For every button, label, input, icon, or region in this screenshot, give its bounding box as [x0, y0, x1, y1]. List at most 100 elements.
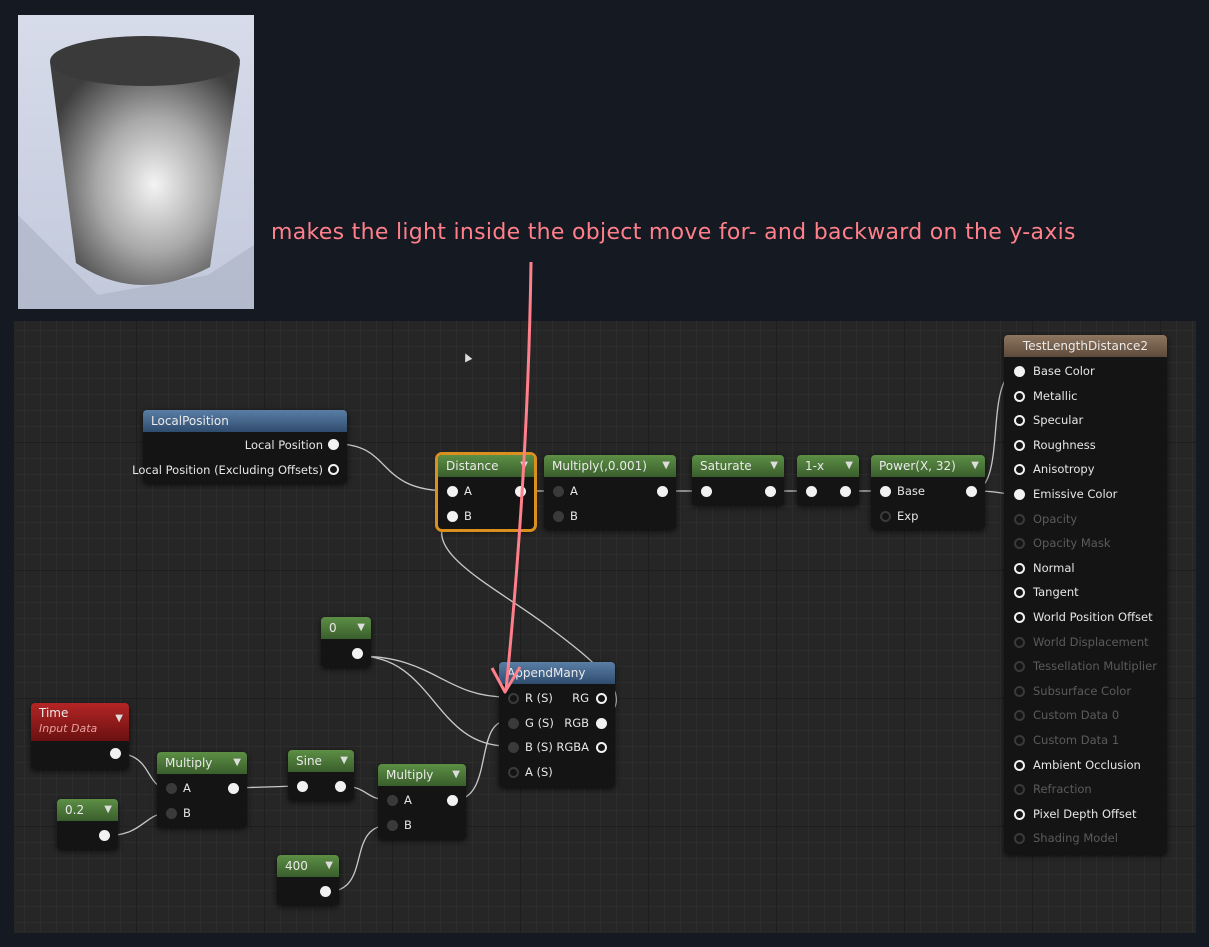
input-pin[interactable] — [806, 486, 817, 497]
output-pin[interactable] — [110, 748, 121, 759]
material-input-pin[interactable] — [1014, 636, 1025, 648]
chevron-down-icon[interactable]: ▼ — [104, 799, 112, 821]
node-saturate[interactable]: Saturate ▼ — [692, 455, 784, 505]
output-pin-local-position-excl[interactable] — [328, 464, 339, 475]
material-input-pin[interactable] — [1014, 366, 1025, 377]
material-input-pin[interactable] — [1014, 661, 1025, 673]
output-pin-rgb[interactable] — [596, 718, 607, 729]
material-input-label: Emissive Color — [1033, 487, 1118, 501]
output-pin[interactable] — [447, 795, 458, 806]
chevron-down-icon[interactable]: ▼ — [452, 764, 460, 786]
chevron-down-icon[interactable]: ▼ — [662, 455, 670, 477]
chevron-down-icon[interactable]: ▼ — [340, 750, 348, 772]
input-pin-g[interactable] — [508, 718, 519, 729]
chevron-down-icon[interactable]: ▼ — [325, 855, 333, 877]
material-input-pin[interactable] — [1014, 464, 1025, 476]
node-multiply-time[interactable]: Multiply ▼ A B — [157, 752, 247, 827]
material-input-pin[interactable] — [1014, 538, 1025, 550]
input-pin-base[interactable] — [880, 486, 891, 497]
output-pin[interactable] — [228, 783, 239, 794]
node-time[interactable]: Time Input Data ▼ — [31, 703, 129, 769]
material-input-label: Specular — [1033, 413, 1084, 428]
node-localposition[interactable]: LocalPosition Local Position Local Posit… — [132, 410, 347, 483]
input-pin-a[interactable] — [166, 783, 177, 794]
output-pin[interactable] — [335, 781, 346, 792]
output-pin[interactable] — [765, 486, 776, 497]
material-input-label: World Displacement — [1033, 634, 1149, 649]
material-input-pin[interactable] — [1014, 390, 1025, 402]
output-pin[interactable] — [99, 830, 110, 841]
input-pin-a[interactable] — [508, 767, 519, 778]
chevron-down-icon[interactable]: ▼ — [233, 752, 241, 774]
node-title: Multiply ▼ — [157, 752, 247, 774]
material-input-pin[interactable] — [1014, 784, 1025, 796]
material-input-pin[interactable] — [1014, 759, 1025, 771]
node-sine[interactable]: Sine ▼ — [288, 750, 354, 800]
node-title: LocalPosition — [143, 410, 347, 432]
output-pin[interactable] — [657, 486, 668, 497]
input-label-a: A — [464, 484, 472, 498]
material-input-label: Ambient Occlusion — [1033, 757, 1141, 772]
material-input-pin[interactable] — [1014, 439, 1025, 451]
material-input-pin[interactable] — [1014, 808, 1025, 820]
input-pin-a[interactable] — [387, 795, 398, 806]
node-title: 400 ▼ — [277, 855, 339, 877]
node-distance[interactable]: Distance ▼ A B — [438, 455, 534, 529]
input-pin-a[interactable] — [447, 486, 458, 497]
node-power[interactable]: Power(X, 32) ▼ Base Exp — [871, 455, 985, 529]
node-multiply-sine[interactable]: Multiply ▼ A B — [378, 764, 466, 839]
chevron-down-icon[interactable]: ▼ — [971, 455, 979, 477]
node-appendmany[interactable]: AppendMany R (S) RG G (S) RGB B (S) RGBA… — [499, 662, 615, 787]
material-graph-canvas[interactable]: LocalPosition Local Position Local Posit… — [14, 321, 1196, 933]
input-label-b: B — [183, 806, 191, 820]
output-pin-rg[interactable] — [596, 693, 607, 704]
material-input-pin[interactable] — [1014, 415, 1025, 427]
output-pin[interactable] — [966, 486, 977, 497]
node-constant-02[interactable]: 0.2 ▼ — [57, 799, 118, 849]
output-pin-rgba[interactable] — [596, 742, 607, 753]
material-input-pin[interactable] — [1014, 489, 1025, 500]
input-label-b: B — [570, 509, 578, 523]
material-input-pin[interactable] — [1014, 562, 1025, 574]
material-input-pin[interactable] — [1014, 513, 1025, 525]
chevron-down-icon[interactable]: ▼ — [770, 455, 778, 477]
output-pin-local-position[interactable] — [328, 439, 339, 450]
wire-const0-r — [357, 655, 508, 698]
node-material-output[interactable]: TestLengthDistance2 Base Color Metallic Sp… — [1004, 335, 1167, 854]
material-input-pin[interactable] — [1014, 685, 1025, 697]
output-pin[interactable] — [840, 486, 851, 497]
chevron-down-icon[interactable]: ▼ — [520, 455, 528, 477]
input-label-a: A — [404, 793, 412, 807]
input-pin-r[interactable] — [508, 693, 519, 704]
material-input-label: World Position Offset — [1033, 610, 1153, 624]
chevron-down-icon[interactable]: ▼ — [357, 617, 365, 639]
input-pin-b[interactable] — [387, 820, 398, 831]
node-one-minus[interactable]: 1-x ▼ — [797, 455, 859, 505]
material-input-pin[interactable] — [1014, 735, 1025, 746]
input-label-g: G (S) — [525, 716, 554, 730]
material-input-pin[interactable] — [1014, 612, 1025, 623]
input-pin-exp[interactable] — [880, 511, 891, 522]
input-pin-b[interactable] — [166, 808, 177, 819]
node-constant-400[interactable]: 400 ▼ — [277, 855, 339, 905]
input-pin-a[interactable] — [553, 486, 564, 497]
input-pin-b[interactable] — [508, 742, 519, 753]
material-input-pin[interactable] — [1014, 587, 1025, 599]
input-pin[interactable] — [701, 486, 712, 497]
chevron-down-icon[interactable]: ▼ — [845, 455, 853, 477]
node-title: 0 ▼ — [321, 617, 371, 639]
material-input-pin[interactable] — [1014, 833, 1025, 845]
output-label-local-position: Local Position — [244, 438, 323, 452]
output-pin[interactable] — [352, 648, 363, 659]
material-input-pin[interactable] — [1014, 710, 1025, 722]
node-multiply-0001[interactable]: Multiply(,0.001) ▼ A B — [544, 455, 676, 529]
input-pin-b[interactable] — [553, 511, 564, 522]
output-pin[interactable] — [320, 886, 331, 897]
material-preview-viewport[interactable] — [18, 15, 254, 309]
input-pin[interactable] — [297, 781, 308, 792]
chevron-down-icon[interactable]: ▼ — [115, 711, 123, 727]
material-input-label: Tangent — [1033, 585, 1079, 600]
input-pin-b[interactable] — [447, 511, 458, 522]
output-pin[interactable] — [515, 486, 526, 497]
node-constant-0[interactable]: 0 ▼ — [321, 617, 371, 667]
